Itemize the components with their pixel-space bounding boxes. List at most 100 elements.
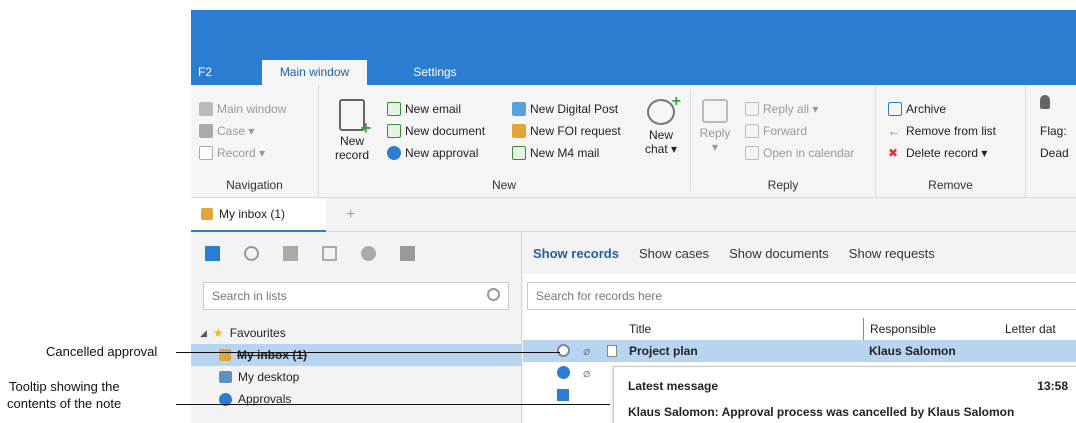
- ribbon: Main window Case ▾ Record ▾ Navigation +…: [191, 85, 1076, 198]
- list-toolbar: [205, 246, 415, 261]
- new-chat-button[interactable]: + New chat ▾: [641, 94, 681, 157]
- arrow-left-icon: ←: [888, 124, 900, 138]
- group-label-navigation: Navigation: [226, 178, 283, 192]
- expand-arrow-icon: ◢: [200, 328, 207, 338]
- cancelled-approval-icon: [557, 344, 570, 357]
- calendar-icon: [745, 146, 759, 160]
- list-tree: ◢ ★ Favourites My inbox (1) My desktop A…: [191, 322, 522, 410]
- note-icon: [607, 345, 617, 357]
- tooltip-body: Klaus Salomon: Approval process was canc…: [628, 405, 1015, 419]
- chat-icon: +: [647, 94, 681, 125]
- column-responsible[interactable]: Responsible: [863, 318, 936, 340]
- callout-line-tooltip: [176, 404, 610, 405]
- row-title: Project plan: [629, 344, 698, 358]
- group-label-reply: Reply: [767, 178, 799, 192]
- document-tab-bar: My inbox (1) +: [191, 198, 1076, 232]
- column-letter-date[interactable]: Letter dat: [1005, 318, 1056, 340]
- column-title[interactable]: Title: [629, 318, 651, 340]
- show-requests-link[interactable]: Show requests: [849, 246, 935, 261]
- tooltip-title: Latest message: [628, 379, 719, 393]
- forward-button[interactable]: Forward: [745, 121, 807, 141]
- folder-icon[interactable]: [400, 246, 415, 261]
- tab-f2[interactable]: F2: [191, 60, 219, 85]
- show-filter-bar: Show records Show cases Show documents S…: [523, 232, 1076, 274]
- record-button[interactable]: Record ▾: [199, 143, 265, 163]
- ribbon-group-flag: Flag: Dead: [1026, 85, 1076, 198]
- new-email-button[interactable]: New email: [387, 99, 461, 119]
- ribbon-group-reply: Reply ▾ Reply all ▾ Forward Open in cale…: [691, 85, 876, 198]
- case-icon: [199, 124, 213, 138]
- attachment-icon: ⌀: [583, 366, 591, 380]
- new-approval-button[interactable]: New approval: [387, 143, 478, 163]
- attachment-icon: ⌀: [583, 344, 591, 358]
- column-header-row: Title Responsible Letter dat: [523, 318, 1076, 340]
- tree-item-approvals[interactable]: Approvals: [191, 388, 522, 410]
- new-record-icon: +: [339, 99, 371, 137]
- deadline-label: Dead: [1040, 146, 1069, 160]
- remove-from-list-button[interactable]: ← Remove from list: [888, 121, 996, 141]
- foi-request-icon: [512, 124, 526, 138]
- show-cases-link[interactable]: Show cases: [639, 246, 709, 261]
- tab-my-inbox[interactable]: My inbox (1): [191, 198, 326, 232]
- approval-icon: [387, 146, 401, 160]
- delete-record-button[interactable]: ✖ Delete record ▾: [888, 143, 987, 163]
- group-label-remove: Remove: [928, 178, 973, 192]
- reply-icon: [702, 99, 728, 123]
- reply-button[interactable]: Reply ▾: [699, 99, 731, 154]
- main-window-button[interactable]: Main window: [199, 99, 286, 119]
- ribbon-group-navigation: Main window Case ▾ Record ▾ Navigation: [191, 85, 319, 198]
- new-record-button[interactable]: + New record: [331, 99, 373, 162]
- tree-item-my-inbox[interactable]: My inbox (1): [191, 344, 522, 366]
- org-icon[interactable]: [244, 246, 259, 261]
- new-digital-post-button[interactable]: New Digital Post: [512, 99, 618, 119]
- email-icon: [387, 102, 401, 116]
- case-button[interactable]: Case ▾: [199, 121, 254, 141]
- show-records-link[interactable]: Show records: [533, 246, 619, 261]
- search-records-input[interactable]: Search for records here: [527, 282, 1076, 310]
- records-pane: Show records Show cases Show documents S…: [523, 232, 1076, 423]
- tab-main-window[interactable]: Main window: [262, 60, 367, 85]
- tooltip-time: 13:58: [1037, 379, 1068, 393]
- mail-list-icon[interactable]: [322, 246, 337, 261]
- show-documents-link[interactable]: Show documents: [729, 246, 829, 261]
- callout-tooltip-line2: contents of the note: [7, 396, 122, 411]
- approval-status-icon: [557, 366, 570, 379]
- left-pane: Search in lists ◢ ★ Favourites My inbox …: [191, 232, 522, 423]
- note-tooltip: Latest message 13:58 Klaus Salomon: Appr…: [613, 366, 1076, 423]
- new-foi-request-button[interactable]: New FOI request: [512, 121, 621, 141]
- home-icon: [199, 102, 213, 116]
- table-row[interactable]: ⌀ Project plan Klaus Salomon: [523, 340, 1076, 362]
- callout-line-cancelled: [176, 352, 560, 353]
- desktop-icon: [219, 371, 232, 383]
- star-icon: ★: [212, 326, 224, 340]
- record-icon: [199, 146, 213, 160]
- message-status-icon: [557, 389, 569, 401]
- delete-x-icon: ✖: [888, 146, 899, 160]
- callout-cancelled-approval: Cancelled approval: [46, 344, 158, 359]
- open-in-calendar-button[interactable]: Open in calendar: [745, 143, 854, 163]
- inbox-icon: [201, 208, 213, 220]
- new-m4-mail-button[interactable]: New M4 mail: [512, 143, 599, 163]
- row-responsible: Klaus Salomon: [869, 344, 956, 358]
- list-icon[interactable]: [283, 246, 298, 261]
- group-label-new: New: [491, 178, 516, 192]
- person-icon: [1040, 95, 1050, 109]
- tree-item-my-desktop[interactable]: My desktop: [191, 366, 522, 388]
- archive-icon: [888, 102, 902, 116]
- add-tab-button[interactable]: +: [346, 206, 355, 224]
- tab-settings[interactable]: Settings: [405, 60, 465, 85]
- callout-tooltip-line1: Tooltip showing the: [9, 379, 120, 394]
- record-list-icon[interactable]: [205, 246, 220, 261]
- ribbon-group-remove: Archive ← Remove from list ✖ Delete reco…: [876, 85, 1026, 198]
- archive-button[interactable]: Archive: [888, 99, 946, 119]
- users-icon[interactable]: [361, 246, 376, 261]
- m4-mail-icon: [512, 146, 526, 160]
- forward-icon: [745, 124, 759, 138]
- new-document-button[interactable]: New document: [387, 121, 485, 141]
- tree-favourites[interactable]: ◢ ★ Favourites: [191, 322, 522, 344]
- reply-all-icon: [745, 102, 759, 116]
- flag-label: Flag:: [1040, 124, 1067, 138]
- digital-post-icon: [512, 102, 526, 116]
- search-lists-input[interactable]: Search in lists: [203, 282, 509, 310]
- reply-all-button[interactable]: Reply all ▾: [745, 99, 818, 119]
